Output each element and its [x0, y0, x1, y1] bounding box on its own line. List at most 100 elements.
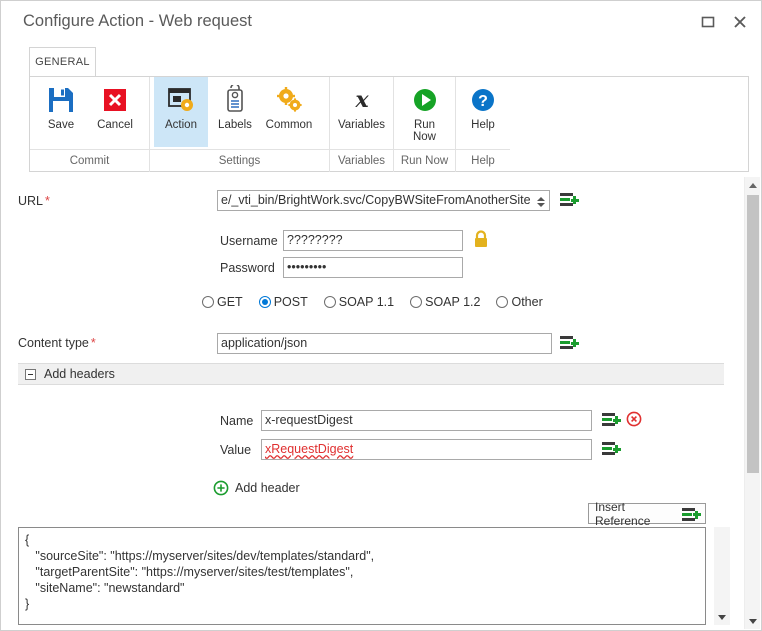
ribbon-group-variables: x Variables Variables [330, 77, 394, 172]
close-icon[interactable] [723, 7, 757, 37]
ribbon-group-run-now-label: Run Now [394, 149, 455, 172]
ribbon-group-run-now: Run Now Run Now [394, 77, 456, 172]
common-button[interactable]: Common [262, 77, 316, 147]
radio-post[interactable]: POST [258, 295, 308, 309]
action-button[interactable]: Action [154, 77, 208, 147]
password-input-value: ••••••••• [287, 260, 327, 274]
content-type-input[interactable]: application/json [217, 333, 552, 354]
radio-other-dot [496, 296, 509, 308]
tab-general[interactable]: GENERAL [29, 47, 96, 76]
ribbon-group-commit: Save Cancel Commit [30, 77, 150, 172]
cancel-button[interactable]: Cancel [88, 77, 142, 147]
username-label: Username [220, 234, 278, 248]
radio-post-label: POST [273, 295, 308, 309]
action-button-label: Action [165, 119, 197, 131]
variables-button[interactable]: x Variables [334, 77, 389, 147]
add-headers-section-header[interactable]: Add headers [18, 363, 724, 385]
delete-circle-x-icon[interactable] [626, 411, 642, 427]
header-name-input[interactable]: x-requestDigest [261, 410, 592, 431]
form-body: URL * e/_vti_bin/BrightWork.svc/CopyBWSit… [2, 177, 746, 629]
content-type-label: Content type * [18, 336, 96, 350]
insert-reference-button-label: Insert Reference [595, 499, 651, 528]
variables-button-label: Variables [337, 119, 386, 131]
help-button-label: Help [471, 119, 495, 131]
tab-strip: GENERAL [1, 47, 762, 77]
ribbon-group-settings-items: Action Labels Common [150, 77, 329, 149]
radio-get-dot [202, 296, 214, 308]
http-method-radio-group: GET POST SOAP 1.1 SOAP 1.2 Other [202, 295, 559, 309]
save-button[interactable]: Save [34, 77, 88, 147]
save-button-label: Save [47, 119, 75, 131]
header-name-input-value: x-requestDigest [265, 413, 353, 427]
add-header-button[interactable]: Add header [213, 480, 300, 496]
tab-general-label: GENERAL [35, 56, 90, 68]
radio-get[interactable]: GET [202, 295, 243, 309]
request-body-scrollbar[interactable] [714, 527, 730, 625]
lock-icon [472, 229, 490, 252]
radio-other[interactable]: Other [496, 295, 543, 309]
add-headers-label: Add headers [44, 367, 115, 381]
ribbon-group-settings: Action Labels Common Settings [150, 77, 330, 172]
cancel-x-icon [100, 83, 130, 117]
ribbon-groups: Save Cancel Commit Action Labels Common … [30, 77, 510, 172]
ribbon-group-help: ? Help Help [456, 77, 510, 172]
maximize-icon[interactable] [691, 7, 725, 37]
run-now-play-icon [411, 83, 439, 117]
common-button-label: Common [265, 119, 313, 131]
configure-action-window: Configure Action - Web request GENERAL S… [0, 0, 762, 631]
help-question-icon: ? [469, 83, 497, 117]
insert-reference-button[interactable]: Insert Reference [588, 500, 706, 528]
labels-tag-icon [220, 83, 250, 117]
request-body-scroll-down-arrow[interactable] [714, 609, 729, 625]
username-input[interactable]: ???????? [283, 230, 463, 251]
action-window-gear-icon [166, 83, 196, 117]
ribbon-group-commit-items: Save Cancel [30, 77, 149, 149]
labels-button[interactable]: Labels [208, 77, 262, 147]
run-now-button-label-line1: Run [413, 119, 436, 131]
run-now-button-label-line2: Now [412, 131, 436, 143]
header-name-label: Name [220, 414, 254, 428]
request-body-textarea[interactable]: { "sourceSite": "https://myserver/sites/… [18, 527, 706, 625]
insert-reference-icon[interactable] [602, 412, 622, 428]
radio-soap-11-dot [323, 296, 336, 308]
common-gears-icon [274, 83, 304, 117]
radio-soap-12[interactable]: SOAP 1.2 [410, 295, 480, 309]
title-bar: Configure Action - Web request [1, 1, 761, 47]
help-button[interactable]: ? Help [460, 77, 506, 147]
ribbon-group-help-label: Help [456, 149, 510, 172]
insert-reference-icon[interactable] [602, 441, 622, 457]
url-input[interactable]: e/_vti_bin/BrightWork.svc/CopyBWSiteFrom… [217, 190, 550, 211]
form-scrollbar[interactable] [744, 177, 760, 629]
svg-text:x: x [354, 87, 369, 113]
ribbon-group-variables-items: x Variables [330, 77, 393, 149]
run-now-button[interactable]: Run Now [398, 77, 451, 147]
collapse-minus-icon[interactable] [25, 369, 36, 380]
add-header-label: Add header [235, 480, 300, 495]
scrollbar-thumb[interactable] [747, 195, 759, 473]
svg-text:?: ? [478, 93, 488, 110]
window-title: Configure Action - Web request [23, 12, 252, 30]
radio-soap-11-label: SOAP 1.1 [338, 295, 395, 309]
ribbon-group-commit-label: Commit [30, 149, 149, 172]
insert-reference-icon[interactable] [560, 192, 580, 208]
scroll-down-arrow[interactable] [745, 613, 760, 629]
header-value-input[interactable]: xRequestDigest [261, 439, 592, 460]
radio-soap-12-label: SOAP 1.2 [425, 295, 481, 309]
header-value-input-value: xRequestDigest [265, 442, 354, 456]
ribbon-group-help-items: ? Help [456, 77, 510, 149]
radio-other-label: Other [511, 295, 543, 309]
spinner-updown-icon[interactable] [533, 192, 548, 210]
password-label: Password [220, 261, 275, 275]
content-type-input-value: application/json [221, 336, 308, 350]
ribbon-toolbar: Save Cancel Commit Action Labels Common … [29, 76, 749, 172]
insert-reference-icon [682, 507, 701, 521]
radio-soap-11[interactable]: SOAP 1.1 [323, 295, 395, 309]
password-input[interactable]: ••••••••• [283, 257, 463, 278]
labels-button-label: Labels [218, 119, 252, 131]
insert-reference-icon[interactable] [560, 335, 580, 351]
ribbon-group-settings-label: Settings [150, 149, 329, 172]
scroll-up-arrow[interactable] [745, 177, 760, 193]
radio-get-label: GET [217, 295, 243, 309]
radio-soap-12-dot [410, 296, 423, 308]
radio-post-dot [258, 296, 271, 308]
